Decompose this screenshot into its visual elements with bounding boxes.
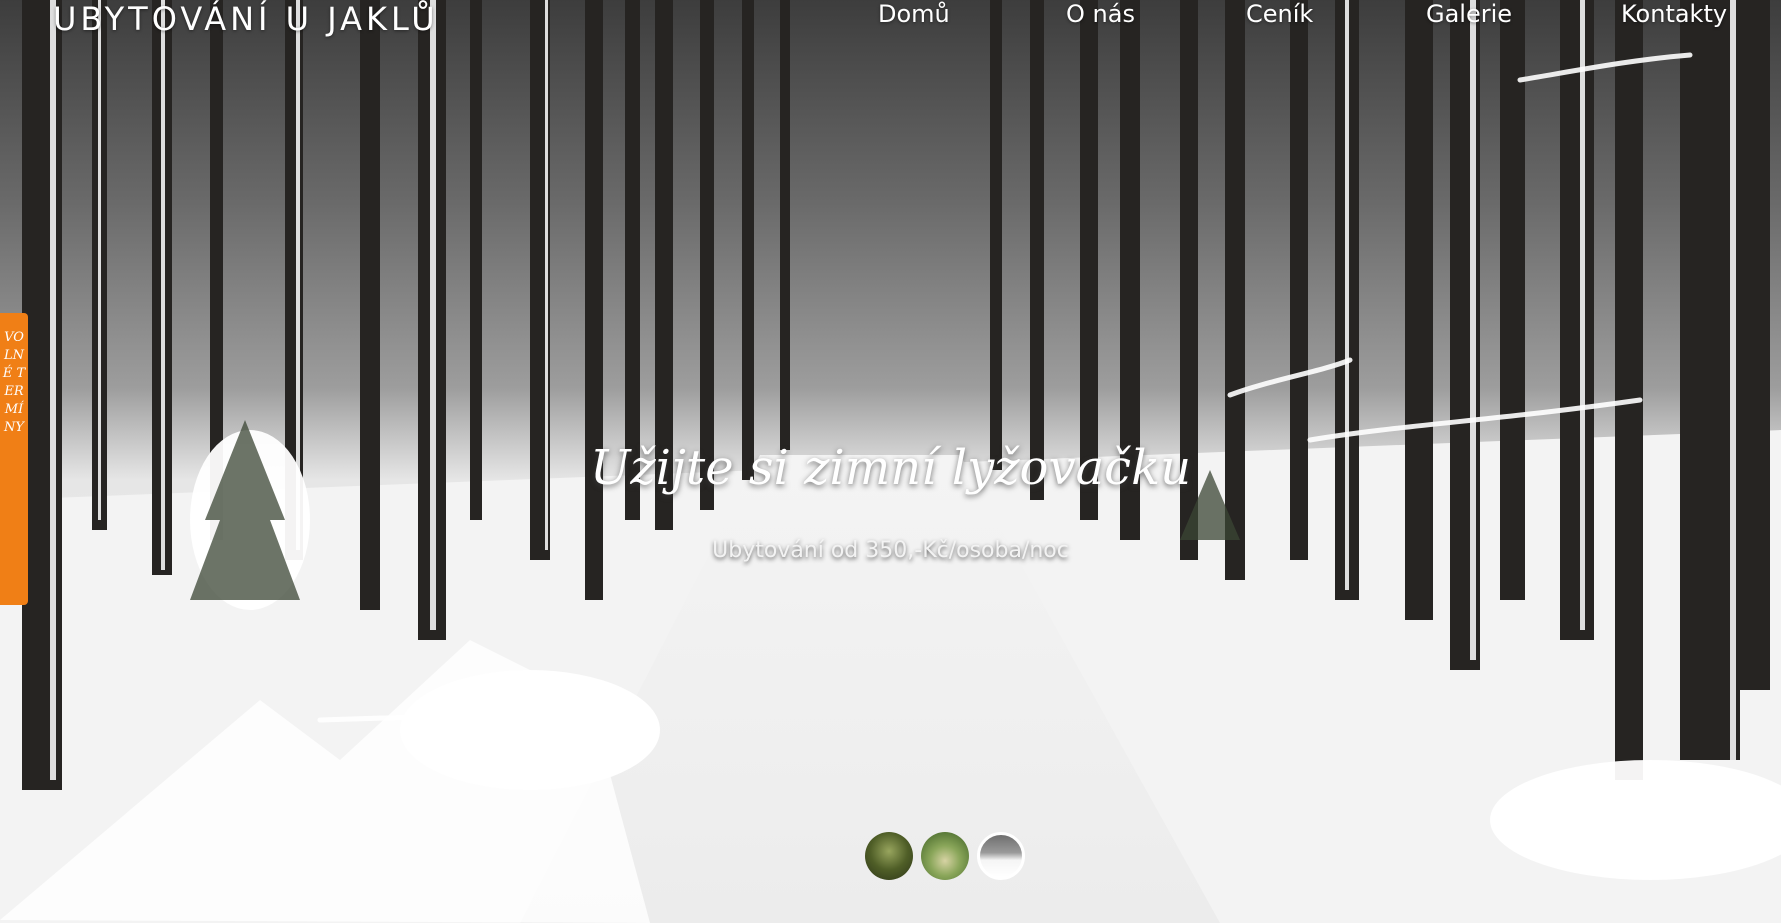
meadow-thumbnail[interactable] <box>921 832 969 880</box>
nav-pricing-link[interactable]: Ceník <box>1246 0 1313 28</box>
slider-thumbnails <box>865 832 1035 884</box>
hero-headline: Užijte si zimní lyžovačku <box>589 440 1192 496</box>
winter-forest-thumbnail[interactable] <box>977 832 1025 880</box>
nav-contacts-link[interactable]: Kontakty <box>1621 0 1727 28</box>
forest-thumbnail[interactable] <box>865 832 913 880</box>
nav-gallery-link[interactable]: Galerie <box>1426 0 1512 28</box>
available-dates-label: VOLNÉ TERMÍNY <box>2 330 26 435</box>
nav-about-link[interactable]: O nás <box>1066 0 1135 28</box>
nav-home-link[interactable]: Domů <box>878 0 950 28</box>
main-nav: Domů O nás Ceník Galerie Kontakty <box>0 0 1781 30</box>
hero-subheadline: Ubytování od 350,-Kč/osoba/noc <box>712 538 1069 563</box>
hero-section: UBYTOVÁNÍ U JAKLŮ Domů O nás Ceník Galer… <box>0 0 1781 923</box>
